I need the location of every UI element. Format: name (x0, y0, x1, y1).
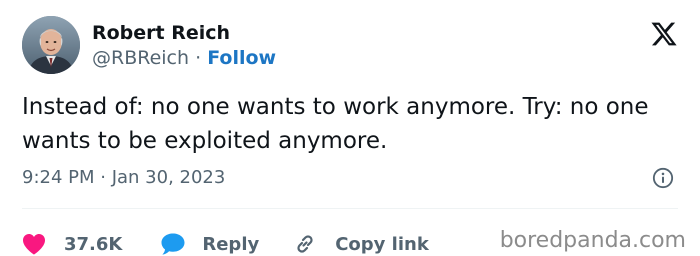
speech-bubble-icon (161, 233, 185, 255)
action-bar: 37.6K Reply Copy link (22, 233, 429, 256)
tweet-timestamp[interactable]: 9:24 PM · Jan 30, 2023 (22, 167, 225, 188)
follow-button[interactable]: Follow (207, 47, 276, 69)
avatar[interactable] (22, 16, 80, 74)
heart-icon (23, 234, 45, 255)
avatar-image (22, 16, 80, 74)
author-handle[interactable]: @RBReich (92, 47, 189, 69)
watermark: boredpanda.com (499, 228, 686, 253)
copy-link-label: Copy link (335, 233, 429, 255)
tweet-text: Instead of: no one wants to work anymore… (22, 94, 649, 154)
handle-row: @RBReich · Follow (92, 47, 276, 69)
link-icon (297, 235, 313, 253)
reply-label: Reply (202, 233, 260, 255)
like-count: 37.6K (64, 233, 123, 255)
info-icon[interactable] (652, 167, 674, 189)
tweet-card: Robert Reich @RBReich · Follow Instead o… (0, 0, 700, 256)
author-name[interactable]: Robert Reich (92, 22, 230, 44)
handle-separator: · (195, 47, 202, 69)
copy-link-button[interactable]: Copy link (293, 231, 429, 256)
like-button[interactable]: 37.6K (22, 231, 122, 256)
divider (22, 208, 678, 209)
x-logo-icon[interactable] (650, 20, 678, 48)
reply-button[interactable]: Reply (160, 231, 259, 256)
